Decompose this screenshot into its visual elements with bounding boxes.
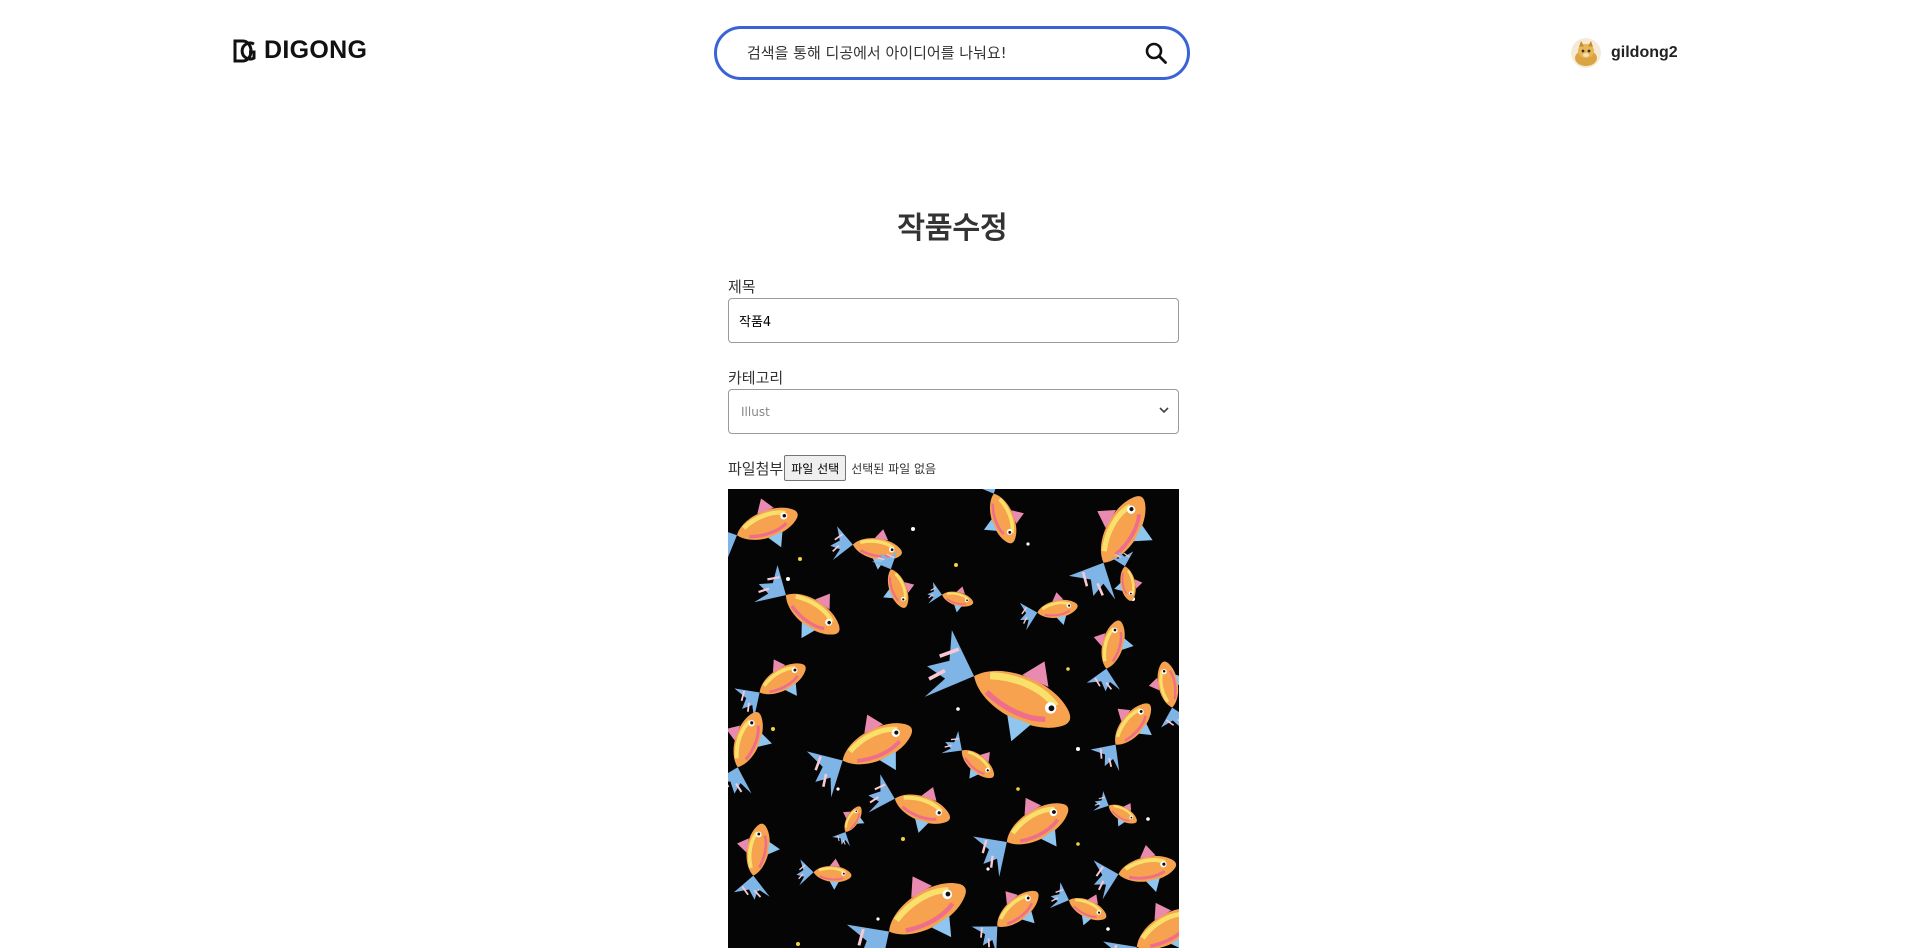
file-status: 선택된 파일 없음 xyxy=(851,461,937,476)
category-select[interactable]: Illust xyxy=(728,389,1179,434)
header: DIGONG gildong2 xyxy=(0,0,1905,100)
username: gildong2 xyxy=(1611,44,1678,61)
title-label: 제목 xyxy=(728,278,756,296)
logo-mark-icon xyxy=(233,39,256,62)
logo-text: DIGONG xyxy=(264,36,368,64)
chevron-down-icon xyxy=(1159,407,1169,414)
choose-file-button[interactable]: 파일 선택 xyxy=(784,455,847,481)
category-label: 카테고리 xyxy=(728,369,784,387)
goldfish-illustration xyxy=(728,489,1179,948)
artwork-preview-image xyxy=(728,489,1179,948)
file-attach-row: 파일첨부 파일 선택 선택된 파일 없음 xyxy=(728,454,1179,482)
edit-form: 제목 카테고리 Illust 파일첨부 파일 선택 선택된 파일 없음 xyxy=(728,276,1179,482)
logo[interactable]: DIGONG xyxy=(232,36,367,65)
search-input[interactable] xyxy=(747,44,1143,62)
avatar xyxy=(1571,38,1601,68)
search-bar xyxy=(714,26,1190,80)
page-title: 작품수정 xyxy=(897,211,1008,246)
search-icon[interactable] xyxy=(1143,40,1169,66)
file-attach-label: 파일첨부 xyxy=(728,459,784,478)
category-selected-value: Illust xyxy=(741,405,770,419)
user-menu[interactable]: gildong2 xyxy=(1571,38,1678,68)
title-input[interactable] xyxy=(728,298,1179,343)
